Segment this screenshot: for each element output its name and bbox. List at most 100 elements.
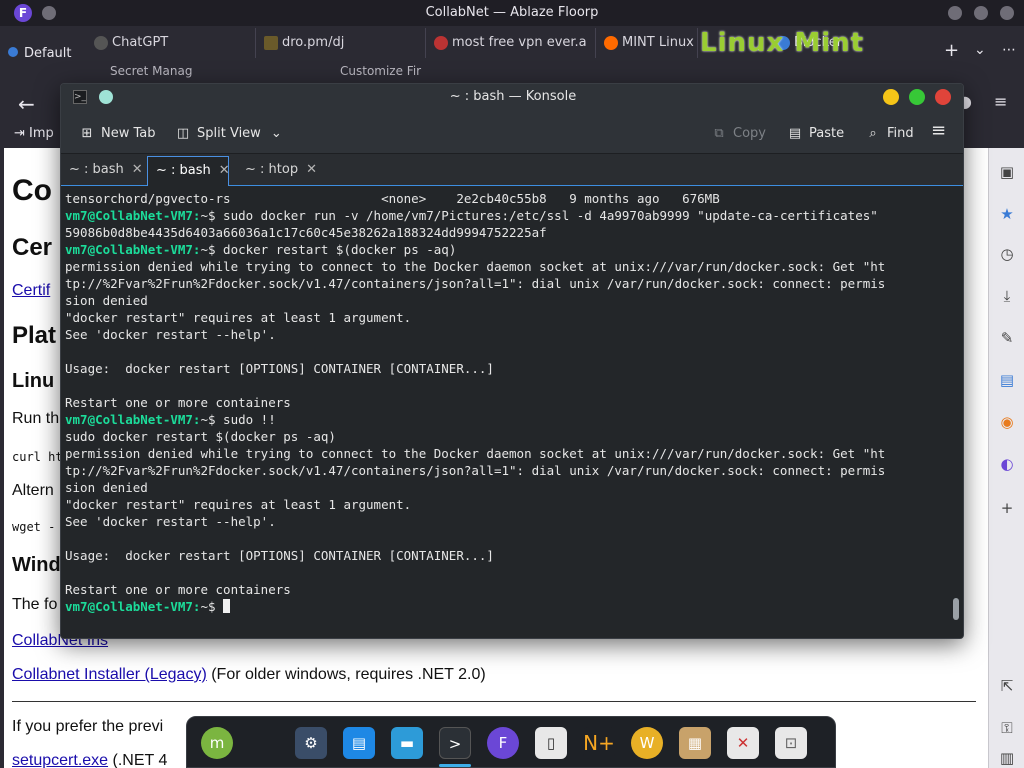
tab-htop[interactable]: ~ : htop ✕ bbox=[237, 156, 317, 186]
chevron-down-icon: ⌄ bbox=[270, 126, 282, 141]
cert-link[interactable]: Certif bbox=[12, 282, 50, 300]
minimize-button[interactable] bbox=[948, 6, 962, 20]
split-view-button[interactable]: ◫ Split View ⌄ bbox=[175, 124, 282, 144]
import-bookmarks-button[interactable]: ⇥ Imp bbox=[14, 126, 54, 141]
wget-code: wget - bbox=[12, 520, 56, 534]
workspace-selector[interactable]: Default bbox=[8, 46, 72, 61]
file-manager-icon[interactable]: ▬ bbox=[391, 727, 423, 759]
konsole-icon[interactable]: > bbox=[439, 727, 471, 759]
line-text: "docker restart" requires at least 1 arg… bbox=[65, 497, 412, 512]
copy-button[interactable]: ⧉ Copy bbox=[711, 124, 766, 144]
terminal-output-line: permission denied while trying to connec… bbox=[65, 445, 885, 462]
line-text: tensorchord/pgvecto-rs <none> 2e2cb40c55… bbox=[65, 191, 720, 206]
extensions-icon[interactable]: ⋯ bbox=[1002, 42, 1016, 58]
hamburger-menu-icon[interactable]: ≡ bbox=[931, 121, 946, 141]
firefox-icon[interactable]: ◉ bbox=[997, 412, 1017, 432]
tab-label: ~ : bash bbox=[69, 162, 124, 177]
add-panel-icon[interactable]: + bbox=[997, 498, 1017, 518]
browser-tab-customize[interactable]: Customize Fir bbox=[318, 60, 438, 82]
setupcert-note: (.NET 4 bbox=[108, 752, 168, 768]
paste-button[interactable]: ▤ Paste bbox=[787, 124, 844, 144]
browser-tab-chatgpt[interactable]: ChatGPT bbox=[88, 28, 256, 58]
find-label: Find bbox=[887, 126, 914, 141]
terminal-output-line: Restart one or more containers bbox=[65, 394, 291, 411]
hamburger-menu-icon[interactable]: ≡ bbox=[994, 92, 1007, 111]
browser-tab-vpn[interactable]: most free vpn ever.a bbox=[428, 28, 596, 58]
terminal-output-line: permission denied while trying to connec… bbox=[65, 258, 885, 275]
back-arrow-icon[interactable]: ← bbox=[18, 92, 35, 116]
close-button[interactable] bbox=[935, 89, 951, 105]
line-text: sudo !! bbox=[223, 412, 276, 427]
browser-tab-secret-manager[interactable]: Secret Manag bbox=[88, 60, 198, 82]
archive-icon[interactable]: ▦ bbox=[679, 727, 711, 759]
key-icon[interactable]: ⚿ bbox=[997, 718, 1017, 738]
browser-tab-dropm[interactable]: dro.pm/dj bbox=[258, 28, 426, 58]
floorp-icon[interactable]: F bbox=[487, 727, 519, 759]
setupcert-link[interactable]: setupcert.exe bbox=[12, 752, 108, 768]
find-button[interactable]: ⌕ Find bbox=[865, 124, 914, 144]
curl-code: curl ht bbox=[12, 450, 63, 464]
line-text: See 'docker restart --help'. bbox=[65, 514, 276, 529]
terminal-output[interactable]: tensorchord/pgvecto-rs <none> 2e2cb40c55… bbox=[61, 186, 963, 638]
lock-icon[interactable]: ⊡ bbox=[775, 727, 807, 759]
browser-titlebar: F CollabNet — Ablaze Floorp bbox=[0, 0, 1024, 26]
tab-bash-1[interactable]: ~ : bash ✕ bbox=[61, 156, 145, 186]
panel-icon[interactable]: ▥ bbox=[997, 748, 1017, 768]
maximize-button[interactable] bbox=[909, 89, 925, 105]
prompt-path: ~$ bbox=[200, 599, 224, 614]
scrollbar-handle[interactable] bbox=[953, 598, 959, 620]
browser-tab-mint[interactable]: MINT Linux - Ge bbox=[598, 28, 698, 58]
close-icon[interactable]: ✕ bbox=[219, 163, 230, 178]
windows-heading: Wind bbox=[12, 554, 61, 576]
translate-icon[interactable]: ▤ bbox=[997, 370, 1017, 390]
tab-bash-2[interactable]: ~ : bash ✕ bbox=[147, 156, 230, 186]
document-icon[interactable]: ▯ bbox=[535, 727, 567, 759]
floorp-icon[interactable]: ◐ bbox=[997, 454, 1017, 474]
terminal-output-line: See 'docker restart --help'. bbox=[65, 513, 276, 530]
tab-label: MINT Linux - Ge bbox=[622, 35, 697, 50]
wine-icon[interactable]: W bbox=[631, 727, 663, 759]
store-icon[interactable]: ▤ bbox=[343, 727, 375, 759]
terminal-output-line: 59086b0d8be4435d6403a66036a1c17c60c45e38… bbox=[65, 224, 547, 241]
prompt-user-host: vm7@CollabNet-VM7: bbox=[65, 412, 201, 427]
terminal-output-line: sion denied bbox=[65, 292, 148, 309]
spreadsheet-icon[interactable]: ✕ bbox=[727, 727, 759, 759]
new-tab-button[interactable]: ⊞ New Tab bbox=[79, 124, 156, 144]
minimize-button[interactable] bbox=[883, 89, 899, 105]
konsole-title: ~ : bash — Konsole bbox=[449, 89, 577, 104]
briefcase-icon[interactable]: ▣ bbox=[997, 162, 1017, 182]
split-view-icon: ◫ bbox=[176, 126, 190, 141]
konsole-app-icon[interactable]: >_ bbox=[73, 90, 87, 104]
tab-label: most free vpn ever.a bbox=[452, 35, 587, 50]
history-icon[interactable]: ◷ bbox=[997, 244, 1017, 264]
download-icon[interactable]: ⤓ bbox=[997, 286, 1017, 306]
close-icon[interactable]: ✕ bbox=[306, 162, 317, 177]
window-menu-icon[interactable] bbox=[42, 6, 56, 20]
close-icon[interactable]: ✕ bbox=[132, 162, 143, 177]
copy-icon: ⧉ bbox=[714, 126, 724, 141]
maximize-button[interactable] bbox=[974, 6, 988, 20]
pin-icon[interactable] bbox=[99, 90, 113, 104]
terminal-output-line: tensorchord/pgvecto-rs <none> 2e2cb40c55… bbox=[65, 190, 720, 207]
line-text: sudo docker restart $(docker ps -aq) bbox=[65, 429, 336, 444]
line-text: Restart one or more containers bbox=[65, 395, 291, 410]
notepad-plus-icon[interactable]: N+ bbox=[583, 727, 615, 759]
close-button[interactable] bbox=[1000, 6, 1014, 20]
line-text: permission denied while trying to connec… bbox=[65, 259, 886, 274]
star-icon[interactable]: ★ bbox=[997, 204, 1017, 224]
line-text: sudo docker run -v /home/vm7/Pictures:/e… bbox=[223, 208, 878, 223]
share-icon[interactable]: ⇱ bbox=[997, 676, 1017, 696]
line-text: permission denied while trying to connec… bbox=[65, 446, 886, 461]
paste-icon: ▤ bbox=[788, 126, 802, 141]
terminal-output-line: See 'docker restart --help'. bbox=[65, 326, 276, 343]
settings-icon[interactable]: ⚙ bbox=[295, 727, 327, 759]
pen-icon[interactable]: ✎ bbox=[997, 328, 1017, 348]
mint-menu-icon[interactable]: m bbox=[201, 727, 233, 759]
new-tab-plus-icon[interactable]: + bbox=[944, 40, 959, 61]
linux-mint-logo: Linux Mint bbox=[700, 28, 865, 58]
terminal-prompt-line: vm7@CollabNet-VM7:~$ bbox=[65, 598, 231, 615]
chatgpt-icon bbox=[94, 36, 108, 50]
legacy-installer-link[interactable]: Collabnet Installer (Legacy) bbox=[12, 666, 207, 683]
chevron-down-icon[interactable]: ⌄ bbox=[974, 42, 986, 58]
divider bbox=[12, 701, 976, 702]
